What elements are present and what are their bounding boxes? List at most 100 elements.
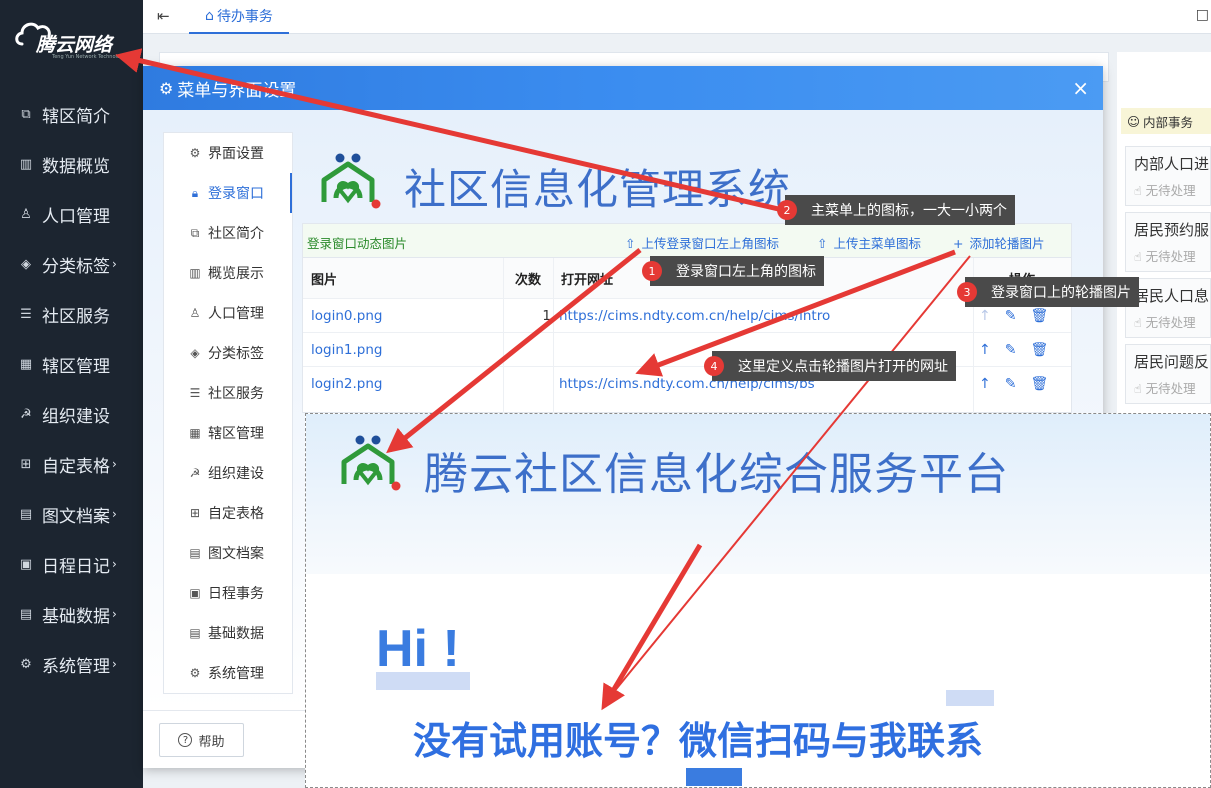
internal-affairs-title: 内部事务: [1143, 114, 1194, 130]
tag-icon: ◈: [21, 256, 31, 272]
help-button[interactable]: ? 帮助: [159, 723, 244, 757]
user-icon: ☺: [1127, 113, 1141, 129]
top-bar: ⇤ ⌂ 待办事务 □: [143, 0, 1211, 34]
sidebar-item-base-data[interactable]: ▤ 基础数据 ›: [0, 589, 143, 639]
close-icon[interactable]: ×: [1072, 76, 1089, 100]
task-card[interactable]: 居民预约服 ☝ 无待处理: [1125, 212, 1211, 272]
dialog-header: ⚙ 菜单与界面设置 ×: [143, 66, 1103, 110]
dialog-menu-item-login-window[interactable]: 🔒︎ 登录窗口: [164, 173, 292, 213]
hand-icon: ☝: [1134, 315, 1146, 330]
dialog-menu-label: 分类标签: [208, 346, 264, 362]
callout-number: 1: [642, 261, 662, 281]
tab-todo[interactable]: ⌂ 待办事务: [189, 0, 289, 34]
sidebar-item-community-service[interactable]: ☰ 社区服务: [0, 289, 143, 339]
gear-icon: ⚙: [189, 666, 201, 680]
sidebar-item-schedule[interactable]: ▣ 日程日记 ›: [0, 539, 143, 589]
dialog-menu-label: 基础数据: [208, 626, 264, 642]
database-icon: ▤: [189, 626, 201, 640]
sidebar-item-tags[interactable]: ◈ 分类标签 ›: [0, 239, 143, 289]
sidebar-item-documents[interactable]: ▤ 图文档案 ›: [0, 489, 143, 539]
menu-toggle-icon[interactable]: ⇤: [157, 7, 170, 25]
delete-icon[interactable]: 🗑︎: [1030, 308, 1048, 324]
callout-4: 4 这里定义点击轮播图片打开的网址: [704, 351, 956, 381]
delete-icon[interactable]: 🗑︎: [1030, 342, 1048, 358]
dialog-menu-item-custom-table[interactable]: ⊞ 自定表格: [164, 493, 292, 533]
sidebar-item-data-overview[interactable]: ▥ 数据概览: [0, 139, 143, 189]
dialog-menu-item-documents[interactable]: ▤ 图文档案: [164, 533, 292, 573]
sidebar-item-label: 图文档案: [42, 506, 110, 527]
bar-chart-icon: ▥: [189, 266, 201, 280]
table-icon: ⊞: [189, 506, 201, 520]
dialog-menu-item-community-intro[interactable]: ⧉ 社区简介: [164, 213, 292, 253]
image-file-link[interactable]: login2.png: [311, 367, 382, 401]
dialog-menu-item-tags[interactable]: ◈ 分类标签: [164, 333, 292, 373]
callout-text: 登录窗口上的轮播图片: [991, 285, 1131, 301]
arrow-up-icon[interactable]: ↑: [979, 342, 991, 358]
task-card-status: ☝ 无待处理: [1134, 315, 1196, 330]
dialog-menu-item-base-data[interactable]: ▤ 基础数据: [164, 613, 292, 653]
dialog-menu-label: 系统管理: [208, 666, 264, 682]
upload-login-icon-button[interactable]: ⇧ 上传登录窗口左上角图标: [625, 233, 779, 252]
image-file-link[interactable]: login1.png: [311, 333, 382, 367]
house-logo-icon: [321, 153, 381, 209]
task-card-status: ☝ 无待处理: [1134, 249, 1196, 264]
grid-icon: ▦: [19, 356, 33, 372]
callout-number: 4: [704, 356, 724, 376]
dialog-menu-item-schedule[interactable]: ▣ 日程事务: [164, 573, 292, 613]
dialog-menu-item-ui-settings[interactable]: ⚙ 界面设置: [164, 133, 292, 173]
sidebar-item-organization[interactable]: ☭ 组织建设: [0, 389, 143, 439]
login-preview-title: 腾云社区信息化综合服务平台: [424, 449, 1009, 500]
window-icon[interactable]: □: [1196, 7, 1209, 23]
list-icon: ☰: [20, 306, 32, 322]
table-toolbar: 登录窗口动态图片 ⇧ 上传登录窗口左上角图标 ⇧ 上传主菜单图标 + 添加轮播图片: [303, 224, 1071, 258]
dialog-menu-item-jurisdiction[interactable]: ▦ 辖区管理: [164, 413, 292, 453]
sidebar-item-population[interactable]: ♙ 人口管理: [0, 189, 143, 239]
sidebar-item-custom-table[interactable]: ⊞ 自定表格 ›: [0, 439, 143, 489]
dialog-menu-label: 图文档案: [208, 546, 264, 562]
task-card[interactable]: 内部人口进 ☝ 无待处理: [1125, 146, 1211, 206]
dialog-menu-item-overview[interactable]: ▥ 概览展示: [164, 253, 292, 293]
task-card[interactable]: 居民问题反 ☝ 无待处理: [1125, 344, 1211, 404]
grid-icon: ▦: [189, 426, 201, 440]
image-file-link[interactable]: login0.png: [311, 299, 382, 333]
callout-text: 这里定义点击轮播图片打开的网址: [738, 359, 948, 375]
callout-2: 2 主菜单上的图标，一大一小两个: [777, 195, 1015, 225]
callout-text: 主菜单上的图标，一大一小两个: [811, 203, 1007, 219]
bar-chart-icon: ▥: [19, 156, 33, 172]
open-url-link[interactable]: https://cims.ndty.com.cn/help/cims/intro: [559, 299, 830, 333]
login-images-table: 登录窗口动态图片 ⇧ 上传登录窗口左上角图标 ⇧ 上传主菜单图标 + 添加轮播图片 图…: [302, 223, 1072, 414]
gear-icon: ⚙: [20, 656, 32, 672]
promo-text: 没有试用账号？微信扫码与我联系: [413, 719, 984, 763]
copy-icon: ⧉: [190, 225, 200, 240]
callout-3: 3 登录窗口上的轮播图片: [957, 277, 1139, 307]
blurred-button: [686, 768, 742, 786]
row-operations: ↑ ✎ 🗑︎: [979, 333, 1062, 367]
dialog-menu-label: 界面设置: [208, 146, 264, 162]
add-carousel-button[interactable]: + 添加轮播图片: [953, 233, 1045, 252]
column-header-image: 图片: [303, 258, 503, 298]
arrow-up-icon[interactable]: ↑: [979, 308, 991, 324]
callout-1: 1 登录窗口左上角的图标: [642, 256, 824, 286]
question-icon: ?: [178, 733, 193, 747]
brand-name: 腾云网络: [36, 34, 113, 56]
brand-logo[interactable]: 腾云网络 Teng Yun Network Technology: [14, 14, 134, 60]
dialog-menu-item-community-service[interactable]: ☰ 社区服务: [164, 373, 292, 413]
sidebar-item-jurisdiction-management[interactable]: ▦ 辖区管理: [0, 339, 143, 389]
edit-icon[interactable]: ✎: [1005, 308, 1017, 324]
user-icon: ♙: [20, 206, 32, 222]
delete-icon[interactable]: 🗑︎: [1030, 376, 1048, 392]
click-count: [503, 333, 551, 367]
sidebar-item-system[interactable]: ⚙ 系统管理 ›: [0, 639, 143, 689]
calendar-icon: ▣: [189, 586, 201, 600]
edit-icon[interactable]: ✎: [1005, 342, 1017, 358]
dialog-menu-item-population[interactable]: ♙ 人口管理: [164, 293, 292, 333]
callout-text: 登录窗口左上角的图标: [676, 264, 816, 280]
dialog-menu-item-system[interactable]: ⚙ 系统管理: [164, 653, 292, 693]
sidebar-item-jurisdiction-intro[interactable]: ⧉ 辖区简介: [0, 89, 143, 139]
dialog-menu-item-organization[interactable]: ☭ 组织建设: [164, 453, 292, 493]
upload-menu-icon-button[interactable]: ⇧ 上传主菜单图标: [817, 233, 921, 252]
callout-number: 3: [957, 282, 977, 302]
edit-icon[interactable]: ✎: [1005, 376, 1017, 392]
arrow-up-icon[interactable]: ↑: [979, 376, 991, 392]
chevron-right-icon: ›: [112, 657, 117, 671]
